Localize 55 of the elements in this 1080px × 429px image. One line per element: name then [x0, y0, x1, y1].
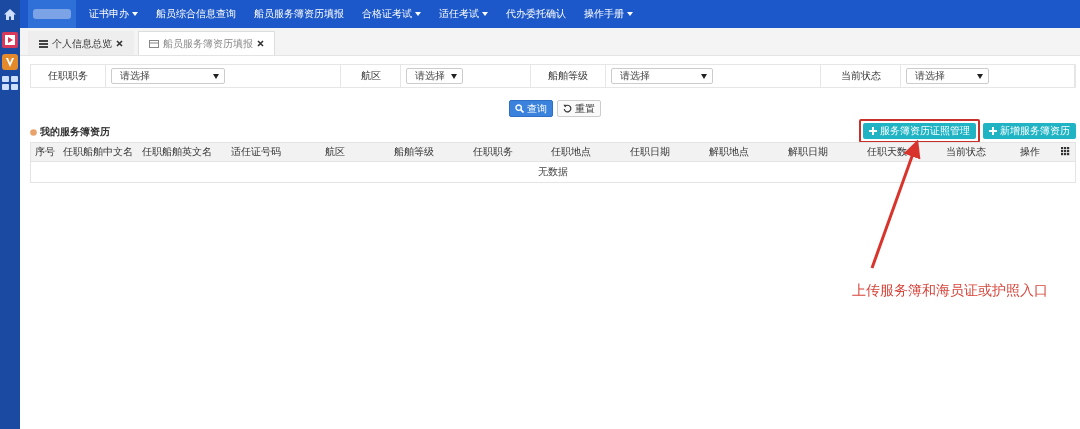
close-icon[interactable]: [116, 38, 123, 49]
search-button[interactable]: 查询: [509, 100, 553, 117]
column-header: 解职日期: [786, 145, 829, 159]
column-header: 任职日期: [629, 145, 672, 159]
empty-message: 无数据: [31, 161, 1075, 182]
columns-icon[interactable]: [1060, 146, 1070, 156]
reset-icon: [563, 104, 572, 113]
plus-icon: [869, 127, 877, 135]
menu-item[interactable]: 代办委托确认: [497, 0, 575, 28]
video-icon[interactable]: [2, 32, 18, 48]
reset-button[interactable]: 重置: [557, 100, 601, 117]
blurred-username: [33, 9, 71, 19]
home-icon[interactable]: [3, 7, 17, 21]
menu-item[interactable]: 操作手册: [575, 0, 642, 28]
select-field[interactable]: 请选择: [406, 68, 463, 84]
column-header: 操作: [1019, 145, 1041, 159]
caret-icon: [213, 73, 219, 79]
caret-icon: [701, 73, 707, 79]
filter-label: 航区: [341, 65, 401, 87]
filter-label: 当前状态: [821, 65, 901, 87]
select-field[interactable]: 请选择: [111, 68, 225, 84]
filter-label: 船舶等级: [531, 65, 606, 87]
column-header: 序号: [34, 145, 56, 159]
close-icon[interactable]: [257, 38, 264, 49]
menu-item[interactable]: 船员综合信息查询: [147, 0, 245, 28]
grid-icon[interactable]: [2, 76, 18, 90]
column-header: 解职地点: [708, 145, 751, 159]
column-header: 任职船舶中文名: [62, 145, 135, 159]
column-header: 当前状态: [944, 145, 987, 159]
plus-icon: [989, 127, 997, 135]
column-header: 任职地点: [550, 145, 593, 159]
menu-item[interactable]: 证书申办: [80, 0, 147, 28]
column-header: 适任证号码: [230, 145, 283, 159]
filter-label: 任职职务: [31, 65, 106, 87]
column-header: 任职天数: [865, 145, 908, 159]
coin-icon: [30, 128, 37, 136]
tab[interactable]: 船员服务簿资历填报: [138, 31, 275, 55]
search-icon: [515, 104, 524, 113]
column-header: 航区: [323, 145, 346, 159]
caret-icon: [451, 73, 457, 79]
annotation-text: 上传服务簿和海员证或护照入口: [852, 282, 1048, 300]
v-letter-icon[interactable]: [2, 54, 18, 70]
select-field[interactable]: 请选择: [906, 68, 989, 84]
column-header: 任职船舶英文名: [141, 145, 214, 159]
column-header: 任职职务: [471, 145, 514, 159]
select-field[interactable]: 请选择: [611, 68, 713, 84]
menu-item[interactable]: 船员服务簿资历填报: [245, 0, 353, 28]
card-icon: [149, 39, 159, 48]
menu-item[interactable]: 适任考试: [430, 0, 497, 28]
tab[interactable]: 个人信息总览: [28, 31, 134, 55]
list-icon: [39, 39, 48, 48]
column-header: 船舶等级: [392, 145, 435, 159]
caret-icon: [977, 73, 983, 79]
section-title: 我的服务簿资历: [40, 125, 110, 139]
menu-item[interactable]: 合格证考试: [353, 0, 430, 28]
